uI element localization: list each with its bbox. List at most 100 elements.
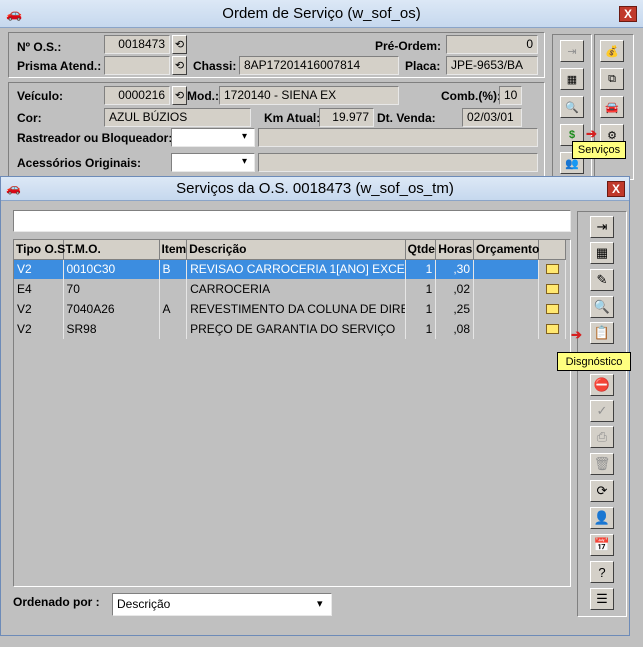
diagnostic-icon[interactable]: 📋 xyxy=(590,322,614,344)
report-icon[interactable]: ☰ xyxy=(590,588,614,610)
os-search-button[interactable]: ⟲ xyxy=(172,35,187,54)
folder-icon[interactable] xyxy=(545,304,559,314)
chassi-field[interactable]: 8AP17201416007814 xyxy=(239,56,399,75)
comb-label: Comb.(%): xyxy=(441,89,501,103)
servicos-dialog: 🚗 Serviços da O.S. 0018473 (w_sof_os_tm)… xyxy=(0,176,631,636)
cell-descricao: PREÇO DE GARANTIA DO SERVIÇO xyxy=(186,319,406,339)
mod-field[interactable]: 1720140 - SIENA EX xyxy=(219,86,399,105)
services-grid: Tipo O.S T.M.O. Item Descrição Qtde Hora… xyxy=(13,239,571,587)
col-header-item[interactable]: Item xyxy=(159,240,188,260)
cor-label: Cor: xyxy=(17,111,42,125)
rastreador-label: Rastreador ou Bloqueador: xyxy=(17,131,173,145)
chevron-down-icon: ▾ xyxy=(317,598,323,610)
col-header-horas[interactable]: Horas xyxy=(435,240,475,260)
refresh-icon[interactable]: ⟳ xyxy=(590,480,614,502)
printer-icon[interactable]: ⎙ xyxy=(590,426,614,448)
cell-orcamento xyxy=(473,319,540,339)
placa-field[interactable]: JPE-9653/BA xyxy=(446,56,538,75)
pencil-icon[interactable]: ✎ xyxy=(590,269,614,291)
folder-cell[interactable] xyxy=(538,279,566,299)
insert-row-icon[interactable]: ⇥ xyxy=(590,216,614,238)
prisma-search-button[interactable]: ⟲ xyxy=(172,56,187,75)
cell-orcamento xyxy=(473,259,540,279)
cell-tmo: 0010C30 xyxy=(63,259,160,279)
main-title-bar[interactable]: 🚗 Ordem de Serviço (w_sof_os) X xyxy=(0,0,643,28)
cell-tmo: SR98 xyxy=(63,319,160,339)
grid-edit-icon[interactable]: ▦ xyxy=(590,242,614,264)
table-row[interactable]: V2 SR98 PREÇO DE GARANTIA DO SERVIÇO 1 ,… xyxy=(14,319,566,339)
cell-horas: ,02 xyxy=(435,279,475,299)
chassi-label: Chassi: xyxy=(193,59,237,73)
cell-qtde: 1 xyxy=(405,279,437,299)
cell-tipo: V2 xyxy=(14,299,64,319)
check-icon[interactable]: ✓ xyxy=(590,400,614,422)
table-row[interactable]: V2 0010C30 B REVISAO CARROCERIA 1[ANO] E… xyxy=(14,259,566,279)
cell-tmo: 70 xyxy=(63,279,160,299)
copy-icon[interactable]: ⧉ xyxy=(600,68,624,90)
folder-icon[interactable] xyxy=(545,284,559,294)
km-field[interactable]: 19.977 xyxy=(319,108,374,127)
km-label: Km Atual: xyxy=(264,111,321,125)
folder-cell[interactable] xyxy=(538,319,566,339)
help-icon[interactable]: ? xyxy=(590,561,614,583)
col-header-orcamento[interactable]: Orçamento xyxy=(473,240,540,260)
table-row[interactable]: V2 7040A26 A REVESTIMENTO DA COLUNA DE D… xyxy=(14,299,566,319)
calendar-clock-icon[interactable]: 📅 xyxy=(590,534,614,556)
folder-cell[interactable] xyxy=(538,299,566,319)
print-preview-icon[interactable]: 🔍 xyxy=(560,96,584,118)
acessorios-desc-field xyxy=(258,153,538,172)
folder-icon[interactable] xyxy=(545,324,559,334)
veiculo-search-button[interactable]: ⟲ xyxy=(172,86,187,105)
cell-qtde: 1 xyxy=(405,319,437,339)
cell-tipo: V2 xyxy=(14,319,64,339)
veiculo-label: Veículo: xyxy=(17,89,64,103)
dialog-toolbar: ⇥ ▦ ✎ 🔍 📋 ⛔ ✓ ⎙ 🗑 ⟳ 👤 📅 ? ☰ xyxy=(577,211,627,617)
user-icon[interactable]: 👤 xyxy=(590,507,614,529)
placa-label: Placa: xyxy=(405,59,441,73)
col-header-blank xyxy=(538,240,566,260)
cell-descricao: CARROCERIA xyxy=(186,279,406,299)
car-icon[interactable]: 🚘 xyxy=(600,96,624,118)
red-arrow-icon: ➔ xyxy=(586,126,597,141)
main-window-title: Ordem de Serviço (w_sof_os) xyxy=(222,5,421,22)
insert-icon[interactable]: ⇥ xyxy=(560,40,584,62)
prisma-field[interactable] xyxy=(104,56,170,75)
col-header-tipo[interactable]: Tipo O.S xyxy=(14,240,65,260)
folder-cell[interactable] xyxy=(538,259,566,279)
print-preview-icon[interactable]: 🔍 xyxy=(590,296,614,318)
chevron-down-icon: ▾ xyxy=(242,131,248,142)
pre-ordem-label: Pré-Ordem: xyxy=(375,39,442,53)
table-row[interactable]: E4 70 CARROCERIA 1 ,02 xyxy=(14,279,566,299)
acessorios-label: Acessórios Originais: xyxy=(17,156,142,170)
dt-venda-field[interactable]: 02/03/01 xyxy=(462,108,522,127)
prisma-label: Prisma Atend.: xyxy=(17,59,102,73)
cell-qtde: 1 xyxy=(405,299,437,319)
money-bag-icon[interactable]: 💰 xyxy=(600,40,624,62)
cell-orcamento xyxy=(473,279,540,299)
trash-icon[interactable]: 🗑 xyxy=(590,453,614,475)
diagnostico-tooltip: Disgnóstico xyxy=(557,352,631,371)
grid-edit-icon[interactable]: ▦ xyxy=(560,68,584,90)
comb-field[interactable]: 10 xyxy=(499,86,522,105)
os-number-field[interactable]: 0018473 xyxy=(104,35,170,54)
folder-icon[interactable] xyxy=(545,264,559,275)
col-header-descricao[interactable]: Descrição xyxy=(186,240,406,260)
col-header-tmo[interactable]: T.M.O. xyxy=(63,240,160,260)
veiculo-field[interactable]: 0000216 xyxy=(104,86,170,105)
cell-descricao: REVISAO CARROCERIA 1[ANO] EXCET xyxy=(186,259,406,279)
dt-venda-label: Dt. Venda: xyxy=(377,111,436,125)
dialog-close-button[interactable]: X xyxy=(607,181,625,197)
col-header-qtde[interactable]: Qtde xyxy=(405,240,437,260)
ordenado-value: Descrição xyxy=(117,597,171,611)
pre-ordem-field[interactable]: 0 xyxy=(446,35,538,54)
dialog-title-bar[interactable]: 🚗 Serviços da O.S. 0018473 (w_sof_os_tm)… xyxy=(1,177,629,201)
search-input[interactable] xyxy=(13,210,571,232)
cell-qtde: 1 xyxy=(405,259,437,279)
ordenado-select[interactable]: Descrição xyxy=(112,593,332,616)
stop-icon[interactable]: ⛔ xyxy=(590,374,614,396)
cell-horas: ,25 xyxy=(435,299,475,319)
rastreador-desc-field xyxy=(258,128,538,147)
cor-field[interactable]: AZUL BÚZIOS xyxy=(104,108,251,127)
mod-label: Mod.: xyxy=(187,89,219,103)
main-close-button[interactable]: X xyxy=(619,6,637,22)
